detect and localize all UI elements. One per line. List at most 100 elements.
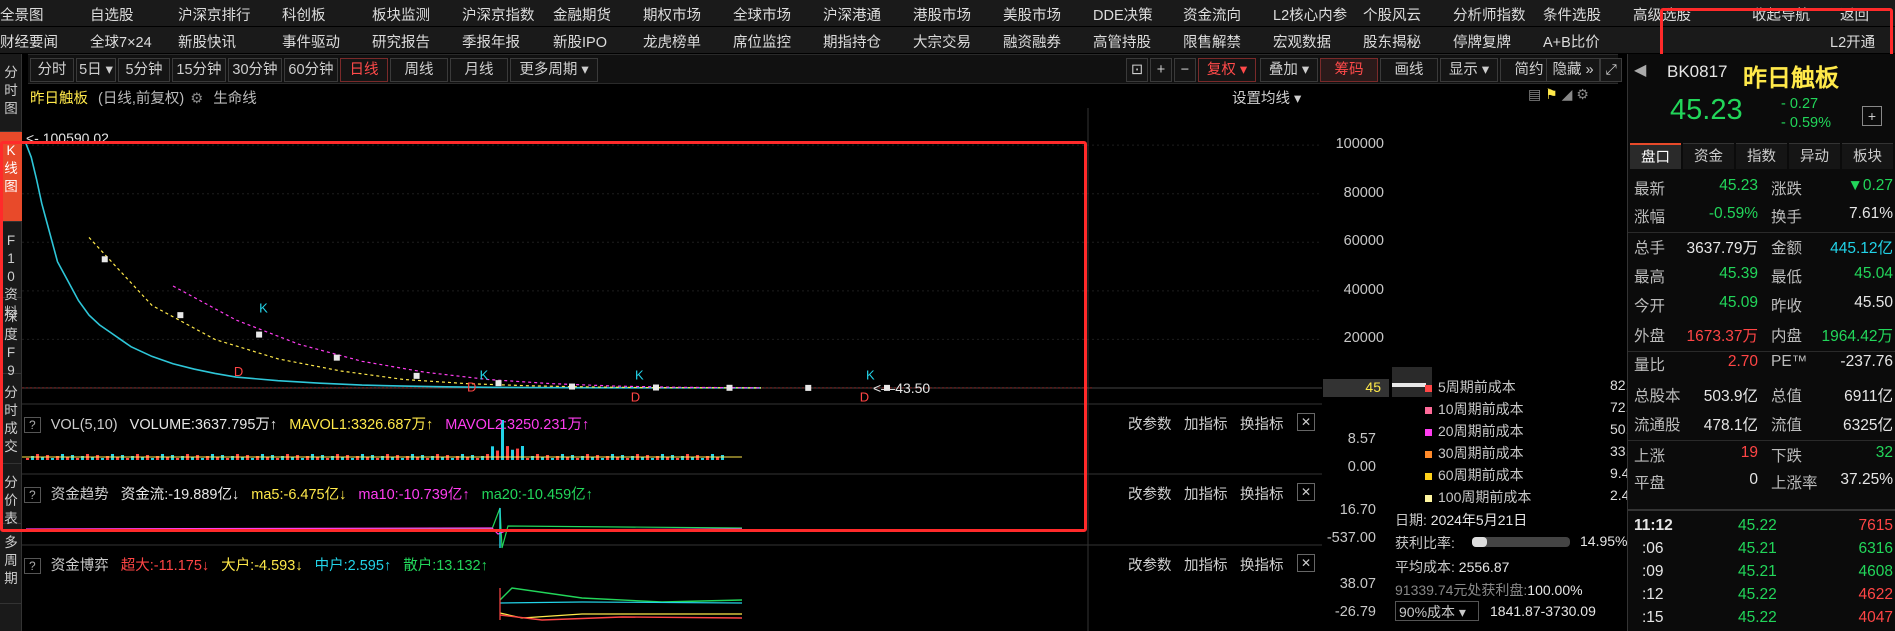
nav-tab[interactable]: 分时图 bbox=[0, 54, 22, 132]
draw-icon[interactable]: ◢ bbox=[1562, 86, 1573, 102]
flag-icon[interactable]: ⚑ bbox=[1545, 86, 1558, 102]
settings-icon[interactable]: ⚙ bbox=[1576, 86, 1589, 102]
period-tab[interactable]: 60分钟 bbox=[284, 58, 338, 82]
period-tab[interactable]: 15分钟 bbox=[172, 58, 226, 82]
period-tab[interactable]: 日线 bbox=[340, 58, 388, 82]
panel-button[interactable]: 改参数 bbox=[1128, 554, 1172, 575]
quote-value: 37.25% bbox=[1840, 471, 1893, 488]
menu-item[interactable]: 港股市场 bbox=[913, 4, 971, 25]
info-menu-item[interactable]: 财经要闻 bbox=[0, 31, 58, 52]
info-menu-item[interactable]: 高管持股 bbox=[1093, 31, 1151, 52]
info-menu-item[interactable]: 季报年报 bbox=[462, 31, 520, 52]
panel-button[interactable]: 改参数 bbox=[1128, 413, 1172, 434]
toolbar-button[interactable]: 隐藏 » bbox=[1546, 58, 1600, 82]
menu-item[interactable]: 全球市场 bbox=[733, 4, 791, 25]
menu-item[interactable]: 板块监测 bbox=[372, 4, 430, 25]
period-tab[interactable]: 分时 bbox=[30, 58, 74, 82]
toolbar-button[interactable]: 显示 ▾ bbox=[1440, 58, 1498, 82]
add-watchlist-icon[interactable]: + bbox=[1862, 106, 1882, 126]
info-menu-item[interactable]: 事件驱动 bbox=[282, 31, 340, 52]
info-menu-item[interactable]: 大宗交易 bbox=[913, 31, 971, 52]
menu-item[interactable]: 美股市场 bbox=[1003, 4, 1061, 25]
info-menu-item[interactable]: 席位监控 bbox=[733, 31, 791, 52]
menu-item[interactable]: 资金流向 bbox=[1183, 4, 1241, 25]
info-menu-item[interactable]: 龙虎榜单 bbox=[643, 31, 701, 52]
menu-item[interactable]: 分析师指数 bbox=[1453, 4, 1526, 25]
menu-item[interactable]: 沪深京排行 bbox=[178, 4, 251, 25]
quote-tab[interactable]: 板块 bbox=[1842, 143, 1893, 169]
cost-select[interactable]: 90%成本 ▾ bbox=[1395, 601, 1479, 621]
tick-row: :15 45.22 4047 bbox=[1642, 609, 1893, 626]
panel-button[interactable]: 换指标 bbox=[1240, 554, 1284, 575]
nav-tab[interactable]: 多周期 bbox=[0, 524, 22, 604]
period-tab[interactable]: 30分钟 bbox=[228, 58, 282, 82]
info-menu-item[interactable]: 新股IPO bbox=[553, 31, 607, 52]
period-tab[interactable]: 更多周期 ▾ bbox=[510, 58, 598, 82]
gear-icon[interactable]: ⚙ bbox=[190, 91, 203, 107]
lifeline-label[interactable]: 生命线 bbox=[213, 91, 257, 107]
menu-item[interactable]: 沪深港通 bbox=[823, 4, 881, 25]
cost-row: 20周期前成本50.44% bbox=[1425, 421, 1657, 441]
menu-item[interactable]: DDE决策 bbox=[1093, 4, 1153, 25]
toolbar-button[interactable]: 筹码 bbox=[1320, 58, 1378, 82]
info-menu-item[interactable]: 限售解禁 bbox=[1183, 31, 1241, 52]
menu-item[interactable]: 自选股 bbox=[90, 4, 134, 25]
menu-item[interactable]: 全景图 bbox=[0, 4, 44, 25]
info-menu-item[interactable]: 停牌复牌 bbox=[1453, 31, 1511, 52]
quote-name: 昨日触板 bbox=[1743, 65, 1839, 92]
bars-icon[interactable]: ▤ bbox=[1528, 86, 1541, 102]
ma-settings-button[interactable]: 设置均线 ▾ bbox=[1232, 87, 1301, 108]
menu-item[interactable]: L2核心内参 bbox=[1273, 4, 1347, 25]
quote-value: 32 bbox=[1875, 444, 1893, 461]
chart-params: (日线,前复权) bbox=[98, 91, 185, 107]
fullscreen-icon[interactable]: ⤢ bbox=[1600, 58, 1622, 82]
close-icon[interactable]: ✕ bbox=[1297, 413, 1315, 431]
info-menu-item[interactable]: 股东揭秘 bbox=[1363, 31, 1421, 52]
prev-stock-icon[interactable]: ◀ bbox=[1634, 60, 1646, 80]
menu-item[interactable]: 沪深京指数 bbox=[462, 4, 535, 25]
info-menu-item[interactable]: 研究报告 bbox=[372, 31, 430, 52]
info-menu-item[interactable]: 新股快讯 bbox=[178, 31, 236, 52]
info-menu-item[interactable]: A+B比价 bbox=[1543, 31, 1600, 52]
price-axis-label: 60000 bbox=[1343, 233, 1384, 250]
zoom-out-icon[interactable]: − bbox=[1174, 58, 1196, 82]
panel-button[interactable]: 换指标 bbox=[1240, 483, 1284, 504]
menu-item[interactable]: 期权市场 bbox=[643, 4, 701, 25]
quote-code: BK0817 bbox=[1667, 62, 1728, 81]
panel-button[interactable]: 加指标 bbox=[1184, 554, 1228, 575]
panel-button[interactable]: 改参数 bbox=[1128, 483, 1172, 504]
question-icon[interactable]: ? bbox=[24, 558, 41, 574]
period-tab[interactable]: 5分钟 bbox=[118, 58, 170, 82]
menu-item[interactable]: 条件选股 bbox=[1543, 4, 1601, 25]
period-tab[interactable]: 5日 ▾ bbox=[76, 58, 116, 82]
quote-change: - 0.27 bbox=[1781, 96, 1819, 112]
panel-button[interactable]: 加指标 bbox=[1184, 483, 1228, 504]
quote-tab[interactable]: 盘口 bbox=[1630, 143, 1681, 169]
toolbar-button[interactable]: 画线 bbox=[1380, 58, 1438, 82]
period-tab[interactable]: 月线 bbox=[450, 58, 508, 82]
toolbar-button[interactable]: 复权 ▾ bbox=[1198, 58, 1256, 82]
info-menu-item[interactable]: 融资融券 bbox=[1003, 31, 1061, 52]
info-menu-bar: 财经要闻 全球7×24 新股快讯 事件驱动 研究报告 季报年报 新股IPO 龙虎榜单 席位监控 期… bbox=[0, 27, 1895, 53]
menu-item[interactable]: 个股风云 bbox=[1363, 4, 1421, 25]
menu-item[interactable]: 金融期货 bbox=[553, 4, 611, 25]
info-menu-item[interactable]: 期指持仓 bbox=[823, 31, 881, 52]
lock-icon[interactable]: ⊡ bbox=[1126, 58, 1148, 82]
quote-tab[interactable]: 指数 bbox=[1736, 143, 1787, 169]
panel-button[interactable]: 换指标 bbox=[1240, 413, 1284, 434]
info-menu-item[interactable]: 全球7×24 bbox=[90, 31, 152, 52]
close-icon[interactable]: ✕ bbox=[1297, 483, 1315, 501]
menu-item[interactable]: 科创板 bbox=[282, 4, 326, 25]
zoom-in-icon[interactable]: + bbox=[1150, 58, 1172, 82]
cost-row: 100周期前成本2.45% bbox=[1425, 487, 1650, 507]
info-menu-item[interactable]: 宏观数据 bbox=[1273, 31, 1331, 52]
quote-value: 45.04 bbox=[1854, 265, 1893, 282]
period-tab[interactable]: 周线 bbox=[390, 58, 448, 82]
quote-tab[interactable]: 资金 bbox=[1683, 143, 1734, 169]
close-icon[interactable]: ✕ bbox=[1297, 554, 1315, 572]
retail-line bbox=[499, 587, 743, 603]
chart-tool-icons: ▤ ⚑ ◢ ⚙ bbox=[1528, 86, 1589, 103]
quote-tab[interactable]: 异动 bbox=[1789, 143, 1840, 169]
panel-button[interactable]: 加指标 bbox=[1184, 413, 1228, 434]
toolbar-button[interactable]: 叠加 ▾ bbox=[1260, 58, 1318, 82]
